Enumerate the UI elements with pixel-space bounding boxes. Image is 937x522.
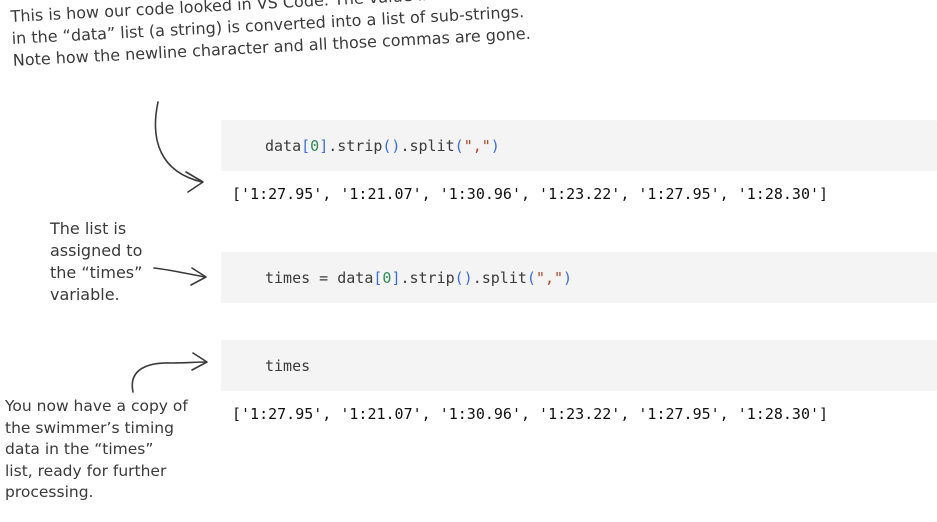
code-token: .split: [400, 136, 455, 155]
code-cell-1-input[interactable]: data[0].strip().split(","): [265, 137, 500, 155]
code-token: times = data: [265, 268, 374, 287]
code-token: ): [490, 136, 500, 155]
code-cell-2-input[interactable]: times = data[0].strip().split(","): [265, 269, 572, 287]
annotation-top: This is how our code looked in VS Code. …: [10, 0, 534, 70]
code-cell-2[interactable]: times = data[0].strip().split(","): [221, 252, 937, 303]
code-token: times: [265, 356, 311, 375]
code-cell-3-input[interactable]: times: [265, 357, 310, 375]
code-token: .split: [472, 268, 527, 287]
code-token: (: [526, 268, 536, 287]
annotation-bottom: You now have a copy of the swimmer’s tim…: [5, 397, 188, 501]
code-cell-3[interactable]: times: [221, 340, 937, 391]
code-token: ",": [463, 136, 491, 155]
code-token: (: [454, 136, 464, 155]
code-cell-3-output: ['1:27.95', '1:21.07', '1:30.96', '1:23.…: [232, 405, 829, 423]
straight-arrow-icon: [153, 267, 206, 278]
code-cell-1-output: ['1:27.95', '1:21.07', '1:30.96', '1:23.…: [232, 185, 829, 203]
code-token: ): [563, 268, 573, 287]
arrowhead-icon: [185, 171, 204, 193]
curved-arrow-icon: [131, 361, 207, 393]
code-token: (): [454, 268, 473, 287]
arrowhead-icon: [190, 267, 207, 286]
annotation-middle: The list is assigned to the “times” vari…: [50, 219, 143, 304]
code-token: 0: [310, 136, 320, 155]
code-token: .strip: [400, 268, 455, 287]
code-token: (): [382, 136, 401, 155]
arrowhead-icon: [191, 352, 208, 371]
code-cell-1[interactable]: data[0].strip().split(","): [221, 120, 937, 171]
curved-arrow-icon: [154, 101, 203, 183]
code-token: .strip: [328, 136, 383, 155]
code-token: [: [301, 136, 311, 155]
code-token: ]: [319, 136, 329, 155]
code-token: data: [265, 136, 302, 155]
code-token: ",": [535, 268, 564, 287]
